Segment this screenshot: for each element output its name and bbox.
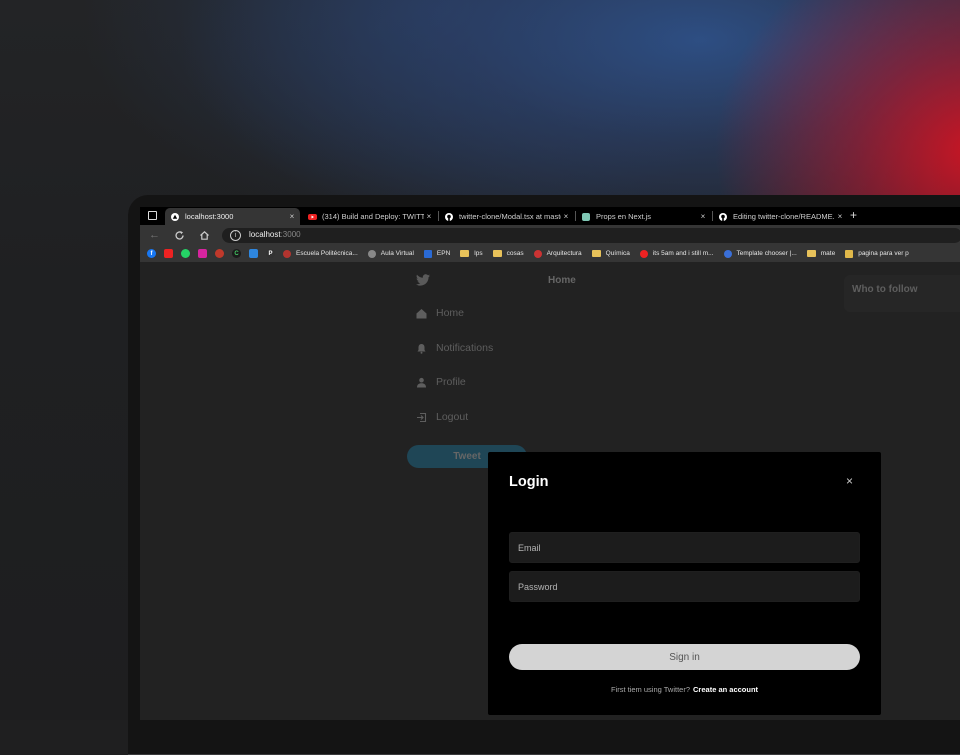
instagram-icon[interactable]	[198, 249, 207, 258]
c-icon[interactable]: C	[232, 249, 241, 258]
bookmark-template-chooser[interactable]: Template chooser |...	[723, 249, 797, 258]
close-tab-icon[interactable]: ×	[287, 212, 297, 221]
browser-toolbar: ← i localhost:3000	[140, 225, 960, 245]
tab-strip: localhost:3000 × (314) Build and Deploy:…	[140, 207, 960, 225]
sidebar-item-home[interactable]: Home	[416, 307, 464, 319]
app-icon[interactable]	[249, 249, 258, 258]
close-tab-icon[interactable]: ×	[561, 212, 571, 221]
bookmark-its-5am[interactable]: its 5am and i still m...	[639, 249, 714, 258]
bookmark-mate[interactable]: mate	[806, 250, 835, 257]
reload-icon[interactable]	[174, 228, 185, 245]
p-icon[interactable]: P	[266, 249, 275, 258]
folder-icon	[460, 250, 470, 257]
bookmark-epn[interactable]: EPN	[423, 249, 450, 258]
youtube-icon[interactable]	[164, 249, 173, 258]
user-icon	[416, 377, 427, 388]
back-arrow-icon[interactable]: ←	[149, 228, 160, 242]
tab-title: Props en Next.js	[596, 212, 652, 221]
sidebar-item-logout[interactable]: Logout	[416, 411, 468, 423]
flag-icon	[533, 249, 542, 258]
image-icon	[845, 249, 854, 258]
logout-icon	[416, 412, 427, 423]
modal-title: Login	[509, 474, 549, 490]
bookmark-escuela[interactable]: Escuela Politécnica...	[283, 249, 358, 258]
tab-localhost[interactable]: localhost:3000 ×	[165, 208, 300, 225]
globe-icon	[723, 249, 732, 258]
folder-icon	[806, 250, 816, 257]
tab-title: Editing twitter-clone/README.m	[733, 212, 835, 221]
github-icon	[445, 212, 453, 221]
new-tab-button[interactable]: +	[850, 208, 857, 222]
password-field[interactable]	[509, 571, 860, 602]
email-field[interactable]	[509, 532, 860, 563]
bookmark-lps[interactable]: lps	[460, 250, 483, 257]
page-title: Home	[548, 275, 576, 286]
twitter-logo-icon[interactable]	[416, 273, 430, 291]
close-tab-icon[interactable]: ×	[698, 212, 708, 221]
sign-in-button[interactable]: Sign in	[509, 644, 860, 670]
twitter-app-page: Home Home Notifications Profile Logout T…	[140, 262, 960, 720]
home-icon[interactable]	[199, 228, 210, 245]
close-tab-icon[interactable]: ×	[424, 212, 434, 221]
address-bar[interactable]: i localhost:3000	[222, 228, 960, 243]
site-info-icon[interactable]: i	[230, 230, 241, 241]
close-icon[interactable]: ×	[846, 474, 853, 488]
vercel-triangle-icon	[171, 212, 179, 221]
signup-prompt: First tiem using Twitter? Create an accou…	[488, 685, 881, 694]
tab-github-readme[interactable]: Editing twitter-clone/README.m ×	[713, 208, 848, 225]
url-text: localhost:3000	[249, 230, 301, 239]
home-icon	[416, 308, 427, 319]
close-tab-icon[interactable]: ×	[835, 212, 845, 221]
bell-icon	[416, 343, 427, 354]
whatsapp-icon[interactable]	[181, 249, 190, 258]
facebook-icon[interactable]: f	[147, 249, 156, 258]
login-modal: Login × Sign in First tiem using Twitter…	[488, 452, 881, 715]
aula-icon	[367, 249, 376, 258]
folder-icon	[591, 250, 601, 257]
signup-prompt-text: First tiem using Twitter?	[610, 685, 691, 694]
bookmarks-bar: f C P Escuela Politécnica... Aula Virtua…	[140, 245, 960, 262]
tab-props-nextjs[interactable]: Props en Next.js ×	[576, 208, 711, 225]
who-to-follow-panel: Who to follow	[844, 275, 960, 312]
bookmark-arquitectura[interactable]: Arquitectura	[533, 249, 582, 258]
epn-icon	[283, 249, 291, 258]
create-account-link[interactable]: Create an account	[693, 685, 758, 694]
youtube-icon	[639, 249, 648, 258]
tab-github-modal[interactable]: twitter-clone/Modal.tsx at maste ×	[439, 208, 574, 225]
sidebar-item-notifications[interactable]: Notifications	[416, 342, 493, 354]
document-icon	[582, 212, 590, 221]
sidebar-item-profile[interactable]: Profile	[416, 376, 466, 388]
tab-actions-icon[interactable]	[148, 211, 157, 220]
bookmark-cosas[interactable]: cosas	[492, 250, 524, 257]
tab-title: localhost:3000	[185, 212, 234, 221]
pinterest-icon[interactable]	[215, 249, 224, 258]
github-icon	[719, 212, 727, 221]
epn-doc-icon	[423, 249, 432, 258]
tab-title: twitter-clone/Modal.tsx at maste	[459, 212, 561, 221]
browser-window: localhost:3000 × (314) Build and Deploy:…	[140, 207, 960, 720]
youtube-icon	[308, 213, 317, 221]
tab-title: (314) Build and Deploy: TWITTER	[322, 212, 424, 221]
folder-icon	[492, 250, 502, 257]
bookmark-pagina[interactable]: pagina para ver p	[845, 249, 909, 258]
tab-youtube[interactable]: (314) Build and Deploy: TWITTER ×	[302, 208, 437, 225]
bookmark-quimica[interactable]: Química	[591, 250, 630, 257]
bookmark-aula-virtual[interactable]: Aula Virtual	[367, 249, 414, 258]
who-to-follow-title: Who to follow	[852, 284, 918, 295]
